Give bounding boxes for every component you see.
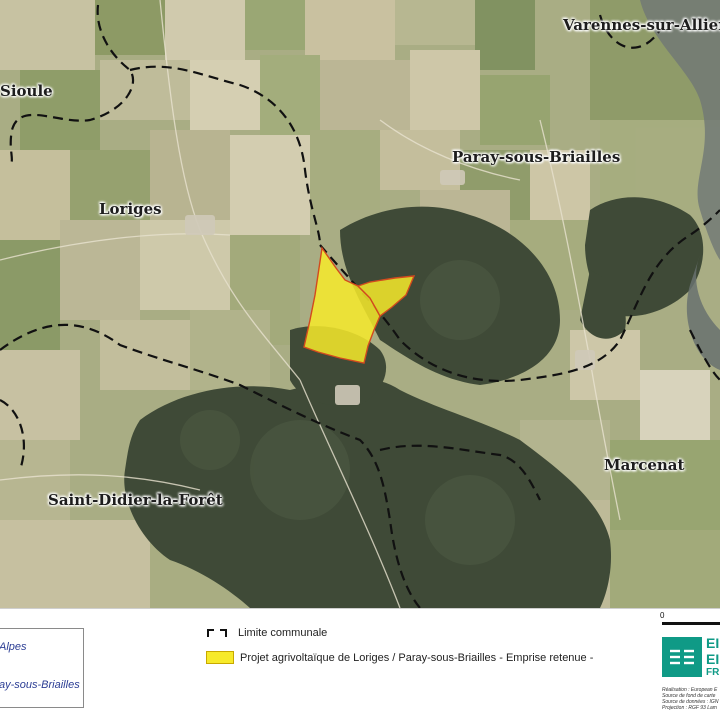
legend-label-limite: Limite communale bbox=[238, 627, 328, 639]
credit-line: Projection : RGF 93 Lam bbox=[662, 705, 717, 711]
place-label-paray: Paray-sous-Briailles bbox=[452, 148, 621, 166]
legend-item-projet: Projet agrivoltaïque de Loriges / Paray-… bbox=[206, 651, 593, 664]
map-credits: Réalisation : European E Source de fond … bbox=[662, 687, 718, 711]
map-page: Varennes-sur-Allier Sioule Paray-sous-Br… bbox=[0, 0, 720, 720]
place-label-varennes: Varennes-sur-Allier bbox=[563, 16, 720, 34]
company-logo-icon bbox=[662, 637, 702, 677]
locator-text-2: ay-sous-Briailles bbox=[0, 679, 80, 691]
locator-inset: Alpes ay-sous-Briailles bbox=[0, 628, 84, 708]
logo-text-2: EI bbox=[706, 651, 720, 667]
legend-label-projet: Projet agrivoltaïque de Loriges / Paray-… bbox=[240, 651, 594, 664]
legend-item-limite: Limite communale bbox=[206, 627, 327, 639]
scale-bar bbox=[662, 622, 720, 625]
scale-zero-label: 0 bbox=[660, 611, 665, 620]
place-label-sioule: Sioule bbox=[0, 82, 53, 100]
aerial-imagery bbox=[0, 0, 720, 608]
place-label-saint-didier: Saint-Didier-la-Forêt bbox=[48, 491, 223, 509]
place-label-loriges: Loriges bbox=[99, 200, 162, 218]
legend-panel: Alpes ay-sous-Briailles Limite communale… bbox=[0, 608, 720, 720]
logo-text-1: EI bbox=[706, 635, 720, 651]
logo-text-3: FR bbox=[706, 667, 720, 678]
aerial-map[interactable]: Varennes-sur-Allier Sioule Paray-sous-Br… bbox=[0, 0, 720, 608]
place-label-marcenat: Marcenat bbox=[604, 456, 685, 474]
locator-text-1: Alpes bbox=[0, 641, 27, 653]
limite-communale-icon bbox=[207, 629, 227, 637]
projet-swatch bbox=[206, 651, 234, 664]
